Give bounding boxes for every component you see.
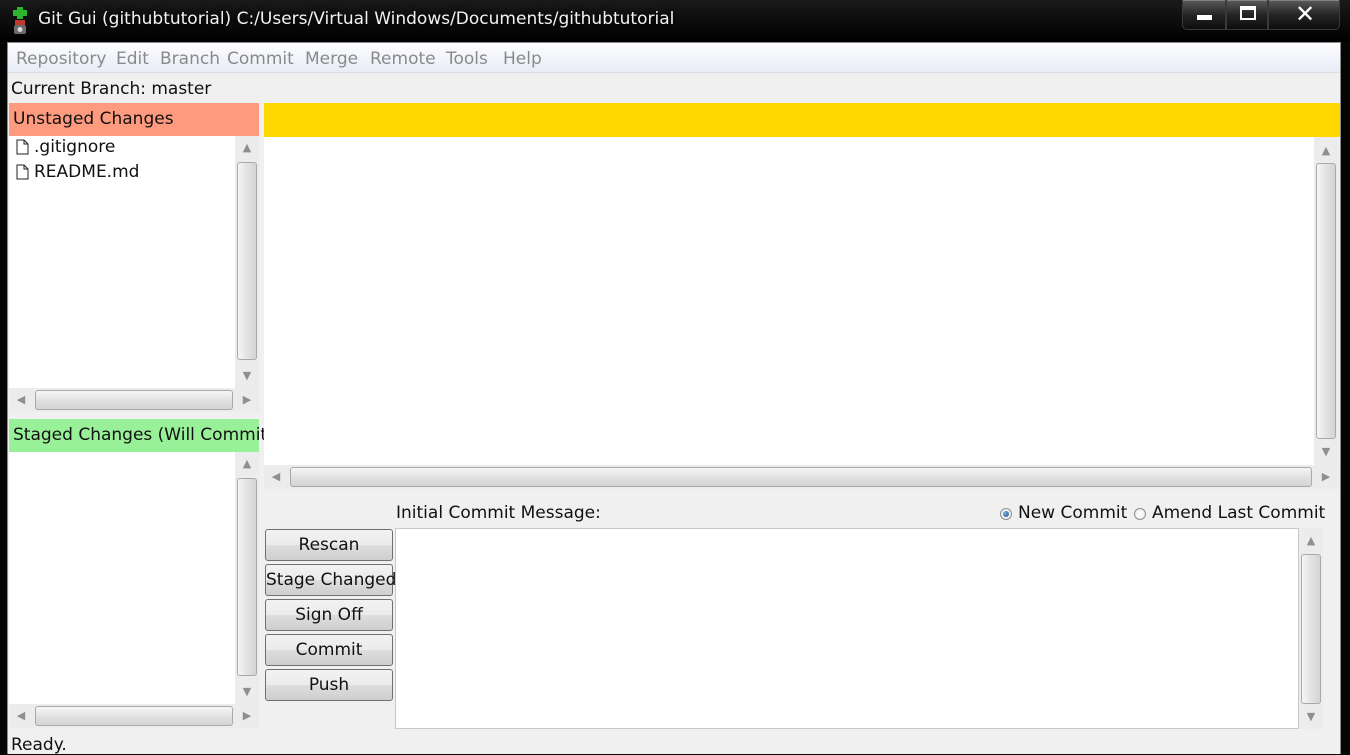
menu-commit[interactable]: Commit (227, 49, 294, 69)
staged-file-list[interactable] (9, 452, 235, 704)
unstaged-changes-header: Unstaged Changes (9, 103, 259, 136)
file-icon (16, 139, 29, 155)
git-gui-window: Repository Edit Branch Commit Merge Remo… (7, 42, 1341, 755)
diff-view[interactable] (264, 137, 1314, 465)
commit-message-label: Initial Commit Message: (396, 503, 601, 523)
title-bar[interactable]: Git Gui (githubtutorial) C:/Users/Virtua… (0, 0, 1350, 42)
scrollbar-thumb[interactable] (237, 162, 257, 360)
list-item[interactable]: .gitignore (9, 136, 235, 161)
status-bar-text: Ready. (11, 735, 67, 755)
file-name: README.md (34, 162, 140, 182)
scrollbar-thumb[interactable] (1316, 163, 1336, 439)
scroll-down-arrow-icon[interactable]: ▼ (1301, 707, 1321, 727)
menu-bar: Repository Edit Branch Commit Merge Remo… (8, 43, 1340, 73)
scrollbar-thumb[interactable] (290, 467, 1312, 487)
scroll-down-arrow-icon[interactable]: ▼ (1316, 442, 1336, 462)
staged-changes-header: Staged Changes (Will Commit) (9, 419, 274, 452)
amend-last-commit-radio[interactable] (1134, 508, 1146, 520)
scroll-right-arrow-icon[interactable]: ▶ (237, 706, 257, 726)
minimize-icon (1197, 15, 1212, 20)
push-button[interactable]: Push (265, 669, 393, 701)
file-name: .gitignore (34, 137, 116, 157)
window-title: Git Gui (githubtutorial) C:/Users/Virtua… (38, 9, 675, 29)
commit-message-input[interactable] (395, 528, 1299, 729)
commit-button[interactable]: Commit (265, 634, 393, 666)
staged-horizontal-scrollbar[interactable]: ◀ ▶ (9, 704, 259, 728)
menu-help[interactable]: Help (503, 49, 542, 69)
current-branch-label: Current Branch: master (11, 79, 212, 99)
menu-repository[interactable]: Repository (16, 49, 106, 69)
scroll-left-arrow-icon[interactable]: ◀ (11, 390, 31, 410)
close-button[interactable]: ✕ (1268, 0, 1340, 30)
unstaged-vertical-scrollbar[interactable]: ▲ ▼ (235, 136, 259, 388)
list-item[interactable]: README.md (9, 161, 235, 186)
scroll-down-arrow-icon[interactable]: ▼ (237, 682, 257, 702)
amend-last-commit-label[interactable]: Amend Last Commit (1152, 503, 1325, 523)
diff-horizontal-scrollbar[interactable]: ◀ ▶ (264, 465, 1340, 489)
scroll-down-arrow-icon[interactable]: ▼ (237, 366, 257, 386)
unstaged-horizontal-scrollbar[interactable]: ◀ ▶ (9, 388, 259, 412)
sign-off-button[interactable]: Sign Off (265, 599, 393, 631)
menu-remote[interactable]: Remote (370, 49, 436, 69)
staged-vertical-scrollbar[interactable]: ▲ ▼ (235, 452, 259, 704)
rescan-button[interactable]: Rescan (265, 529, 393, 561)
commit-message-vertical-scrollbar[interactable]: ▲ ▼ (1299, 528, 1323, 729)
new-commit-label[interactable]: New Commit (1018, 503, 1127, 523)
scrollbar-thumb[interactable] (35, 390, 233, 410)
stage-changed-button[interactable]: Stage Changed (265, 564, 396, 596)
diff-header-bar (264, 103, 1340, 137)
diff-vertical-scrollbar[interactable]: ▲ ▼ (1314, 137, 1338, 465)
file-icon (16, 164, 29, 180)
scrollbar-thumb[interactable] (35, 706, 233, 726)
scroll-up-arrow-icon[interactable]: ▲ (237, 138, 257, 158)
menu-branch[interactable]: Branch (160, 49, 220, 69)
scrollbar-thumb[interactable] (237, 478, 257, 676)
unstaged-file-list[interactable]: .gitignore README.md (9, 136, 235, 388)
scroll-up-arrow-icon[interactable]: ▲ (1301, 531, 1321, 551)
maximize-icon (1240, 6, 1256, 20)
close-icon: ✕ (1294, 0, 1316, 28)
menu-merge[interactable]: Merge (305, 49, 358, 69)
scroll-right-arrow-icon[interactable]: ▶ (237, 390, 257, 410)
new-commit-radio[interactable] (1000, 508, 1012, 520)
menu-tools[interactable]: Tools (446, 49, 488, 69)
scroll-left-arrow-icon[interactable]: ◀ (11, 706, 31, 726)
scroll-up-arrow-icon[interactable]: ▲ (1316, 141, 1336, 161)
maximize-button[interactable] (1226, 0, 1268, 30)
scroll-right-arrow-icon[interactable]: ▶ (1316, 467, 1336, 487)
menu-edit[interactable]: Edit (116, 49, 149, 69)
scrollbar-thumb[interactable] (1301, 554, 1321, 704)
git-gui-icon (13, 7, 27, 34)
scroll-left-arrow-icon[interactable]: ◀ (266, 467, 286, 487)
minimize-button[interactable] (1182, 0, 1226, 30)
scroll-up-arrow-icon[interactable]: ▲ (237, 454, 257, 474)
